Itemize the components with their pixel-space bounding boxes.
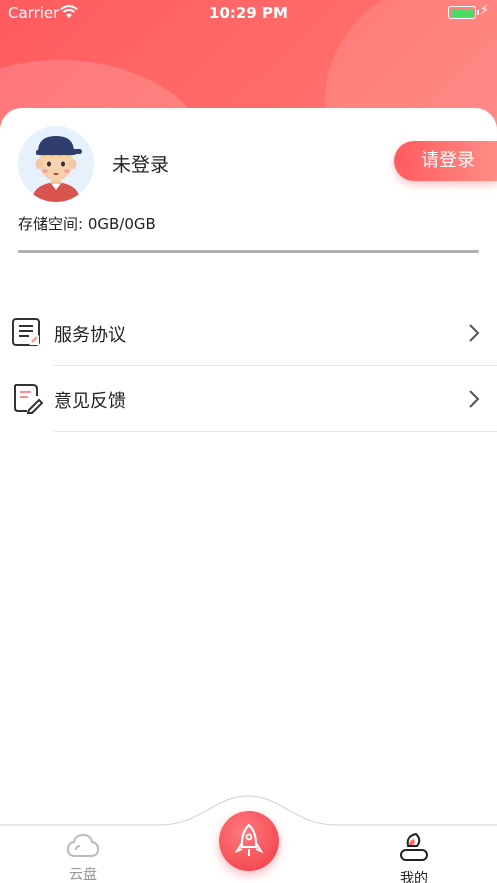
- tab-label: 我的: [400, 871, 428, 883]
- charging-icon: ⚡: [480, 3, 490, 18]
- tab-label: 云盘: [69, 867, 97, 883]
- rocket-icon: [234, 823, 264, 856]
- center-action-button[interactable]: [219, 811, 279, 871]
- profile-icon: [400, 832, 428, 861]
- divider: [54, 431, 497, 432]
- battery-icon: [448, 6, 479, 19]
- username-label: 未登录: [112, 154, 170, 176]
- cloud-icon: [66, 833, 100, 857]
- storage-progress-bar: [18, 250, 479, 253]
- chevron-right-icon: [469, 324, 480, 342]
- feedback-icon: [14, 384, 43, 414]
- tab-profile[interactable]: 我的: [384, 832, 444, 883]
- tab-cloud[interactable]: 云盘: [53, 832, 113, 883]
- status-bar: Carrier 10:29 PM ⚡: [0, 0, 497, 26]
- chevron-right-icon: [469, 390, 480, 408]
- avatar[interactable]: [18, 126, 94, 202]
- menu-item-label: 意见反馈: [54, 391, 126, 412]
- document-icon: [12, 318, 40, 346]
- menu-item-label: 服务协议: [54, 325, 126, 346]
- clock: 10:29 PM: [209, 4, 288, 22]
- menu-item-feedback[interactable]: 意见反馈: [0, 366, 497, 432]
- avatar-illustration: [32, 136, 82, 202]
- login-button[interactable]: 请登录: [394, 141, 497, 181]
- storage-label: 存储空间: 0GB/0GB: [18, 215, 156, 233]
- menu-item-service-agreement[interactable]: 服务协议: [0, 300, 497, 366]
